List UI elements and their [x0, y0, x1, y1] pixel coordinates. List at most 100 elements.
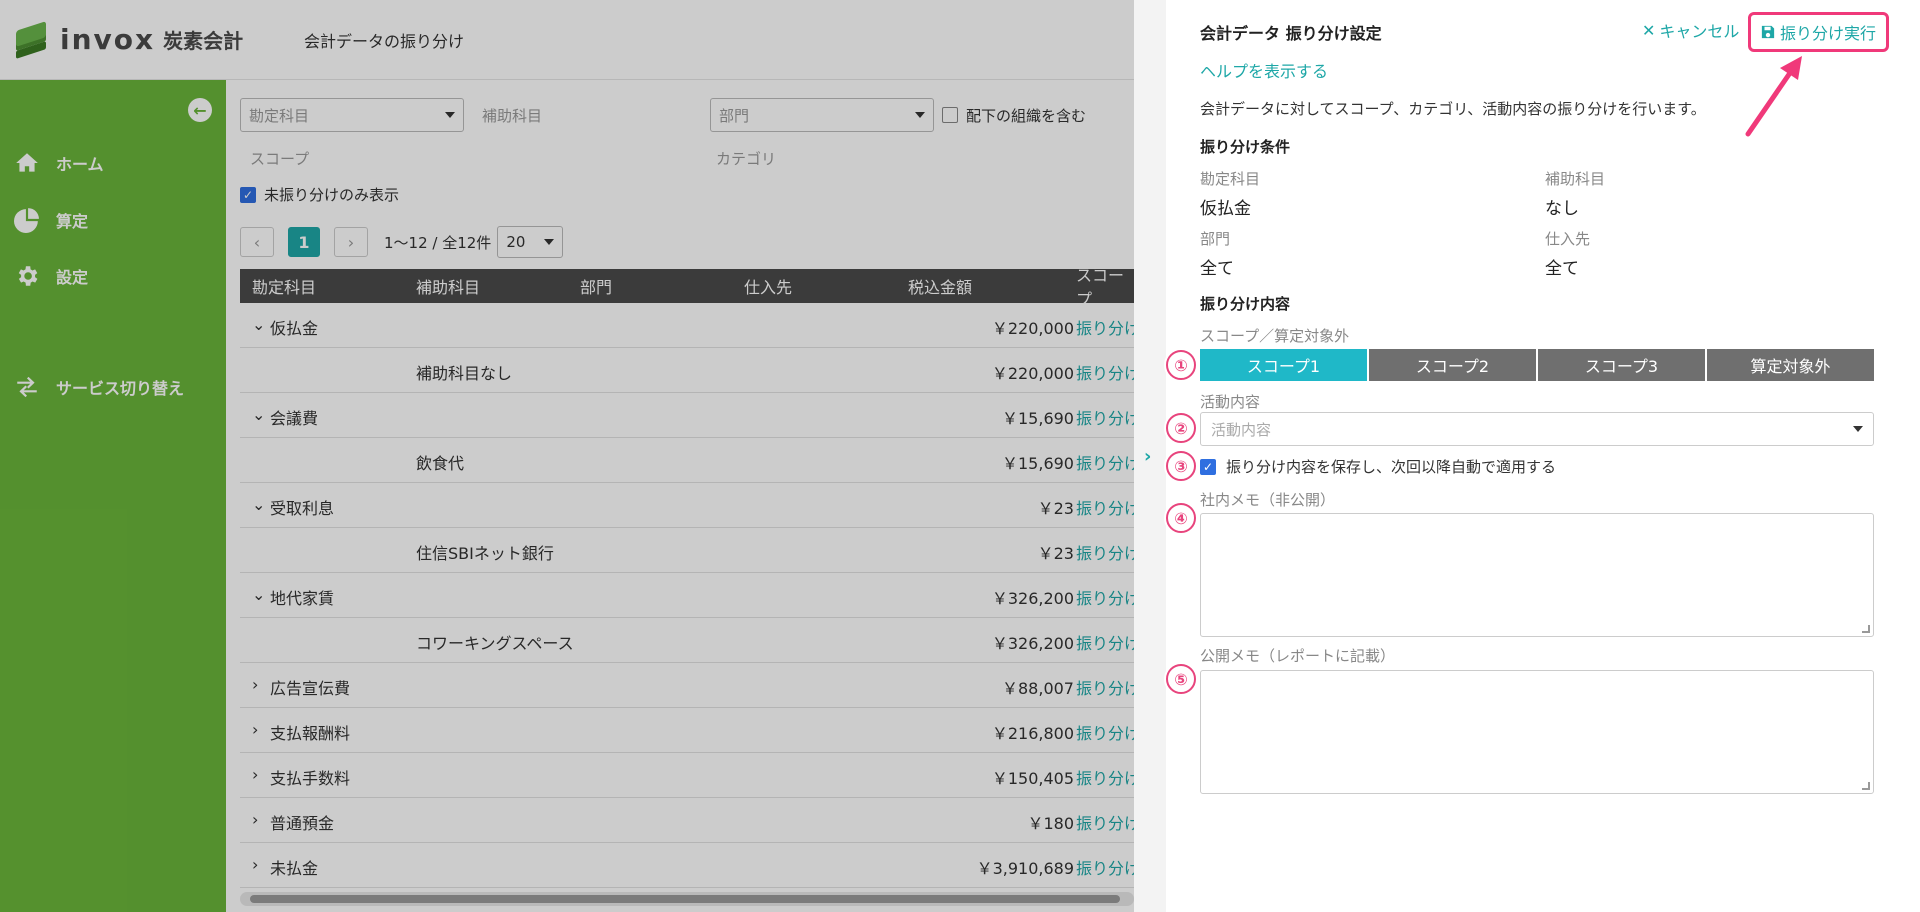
cell-amount: ￥220,000 [991, 364, 1074, 383]
assign-link[interactable]: 振り分け [1076, 585, 1140, 609]
cell-sub-account: 住信SBIネット銀行 [416, 544, 554, 563]
cell-amount: ￥15,690 [1002, 409, 1074, 428]
prev-page-button[interactable]: ‹ [240, 227, 274, 257]
assign-link[interactable]: 振り分け [1076, 315, 1140, 339]
table-row[interactable]: › 支払手数料 ￥150,405 振り分け [240, 753, 1140, 798]
column-header-sub-account[interactable]: 補助科目 [416, 274, 480, 298]
scope-3-button[interactable]: スコープ3 [1538, 349, 1705, 381]
public-memo-textarea[interactable] [1200, 670, 1874, 794]
include-sub-org-checkbox[interactable] [942, 107, 958, 123]
sidebar-item-settings[interactable]: 設定 [14, 263, 88, 289]
table-row[interactable]: › 普通預金 ￥180 振り分け [240, 798, 1140, 843]
assign-link[interactable]: 振り分け [1076, 405, 1140, 429]
cell-amount: ￥23 [1037, 499, 1074, 518]
drawer-handle[interactable]: › [1134, 0, 1166, 912]
logo-subtitle: 炭素会計 [163, 29, 244, 53]
expand-toggle-icon[interactable]: ⌄ [252, 585, 265, 604]
scope-filter[interactable]: スコープ [250, 148, 716, 169]
table-subrow[interactable]: 補助科目なし ￥220,000 振り分け [240, 348, 1140, 393]
scope-1-button[interactable]: スコープ1 [1200, 349, 1367, 381]
column-header-department[interactable]: 部門 [580, 274, 612, 298]
column-header-account[interactable]: 勘定科目 [252, 274, 316, 298]
page-1-button[interactable]: 1 [288, 227, 320, 257]
page-size-select[interactable]: 20 [497, 226, 564, 258]
page-title: 会計データの振り分け [304, 31, 465, 51]
table-subrow[interactable]: 飲食代 ￥15,690 振り分け [240, 438, 1140, 483]
collapse-sidebar-icon[interactable]: ← [188, 98, 212, 122]
cell-amount: ￥88,007 [1002, 679, 1074, 698]
table-row[interactable]: › 未払金 ￥3,910,689 振り分け [240, 843, 1140, 888]
table-body: ⌄ 仮払金 ￥220,000 振り分け 補助科目なし ￥220,000 振り分け ⌄ 会議費 ￥1… [240, 303, 1140, 888]
cell-amount: ￥180 [1027, 814, 1074, 833]
assign-link[interactable]: 振り分け [1076, 495, 1140, 519]
cell-amount: ￥3,910,689 [976, 859, 1074, 878]
expand-toggle-icon[interactable]: ⌄ [252, 405, 265, 424]
account-select[interactable]: 勘定科目 [240, 98, 464, 132]
chevron-down-icon [445, 112, 455, 118]
horizontal-scrollbar[interactable] [240, 892, 1134, 906]
help-link[interactable]: ヘルプを表示する [1200, 58, 1328, 82]
expand-toggle-icon[interactable]: › [252, 810, 258, 829]
sidebar-item-home[interactable]: ホーム [14, 150, 104, 176]
assign-link[interactable]: 振り分け [1076, 540, 1140, 564]
assign-link[interactable]: 振り分け [1076, 630, 1140, 654]
resize-handle-icon[interactable] [1862, 782, 1870, 790]
column-header-supplier[interactable]: 仕入先 [744, 274, 792, 298]
assign-link[interactable]: 振り分け [1076, 855, 1140, 879]
assign-link[interactable]: 振り分け [1076, 360, 1140, 384]
category-filter[interactable]: カテゴリ [716, 148, 776, 169]
chevron-down-icon [544, 239, 555, 245]
expand-toggle-icon[interactable]: ⌄ [252, 495, 265, 514]
next-page-button[interactable]: › [334, 227, 368, 257]
save-icon [1761, 25, 1775, 39]
out-of-scope-button[interactable]: 算定対象外 [1707, 349, 1874, 381]
condition-supplier-label: 仕入先 [1545, 230, 1591, 248]
cell-amount: ￥216,800 [991, 724, 1074, 743]
logo-mark-icon [14, 20, 50, 59]
resize-handle-icon[interactable] [1862, 625, 1870, 633]
department-select[interactable]: 部門 [710, 98, 934, 132]
assign-link[interactable]: 振り分け [1076, 450, 1140, 474]
sidebar-item-label: 算定 [56, 212, 89, 231]
step-badge-2: ② [1166, 413, 1196, 443]
table-row[interactable]: ⌄ 受取利息 ￥23 振り分け [240, 483, 1140, 528]
assign-link[interactable]: 振り分け [1076, 765, 1140, 789]
table-subrow[interactable]: コワーキングスペース ￥326,200 振り分け [240, 618, 1140, 663]
expand-toggle-icon[interactable]: ⌄ [252, 315, 265, 334]
table-subrow[interactable]: 住信SBIネット銀行 ￥23 振り分け [240, 528, 1140, 573]
table-row[interactable]: ⌄ 会議費 ￥15,690 振り分け [240, 393, 1140, 438]
condition-sub-account-value: なし [1545, 199, 1579, 219]
unassigned-only-checkbox[interactable]: ✓ [240, 186, 256, 203]
account-select-placeholder: 勘定科目 [249, 106, 310, 125]
cell-sub-account: コワーキングスペース [416, 634, 574, 653]
column-header-amount[interactable]: 税込金額 [908, 274, 972, 298]
assign-link[interactable]: 振り分け [1076, 675, 1140, 699]
expand-toggle-icon[interactable]: › [252, 675, 258, 694]
internal-memo-textarea[interactable] [1200, 513, 1874, 637]
expand-toggle-icon[interactable]: › [252, 720, 258, 739]
save-rule-checkbox[interactable]: ✓ [1200, 458, 1216, 475]
activity-select[interactable]: 活動内容 [1200, 412, 1874, 446]
chevron-down-icon [1853, 426, 1863, 432]
sidebar-item-service-switch[interactable]: サービス切り替え [14, 374, 184, 400]
sidebar-item-calculation[interactable]: 算定 [14, 207, 88, 233]
sidebar: ← ホーム 算定 設定 サービス切り替え [0, 80, 226, 912]
table-row[interactable]: ⌄ 地代家賃 ￥326,200 振り分け [240, 573, 1140, 618]
execute-assignment-button[interactable]: 振り分け実行 [1748, 12, 1890, 52]
table-row[interactable]: › 支払報酬料 ￥216,800 振り分け [240, 708, 1140, 753]
assign-link[interactable]: 振り分け [1076, 720, 1140, 744]
expand-toggle-icon[interactable]: › [252, 765, 258, 784]
condition-account-value: 仮払金 [1200, 199, 1251, 219]
app-logo[interactable]: invox 炭素会計 [14, 20, 284, 59]
scope-2-button[interactable]: スコープ2 [1369, 349, 1536, 381]
page-size-value: 20 [506, 233, 526, 251]
table-row[interactable]: › 広告宣伝費 ￥88,007 振り分け [240, 663, 1140, 708]
unassigned-only-label: 未振り分けのみ表示 [264, 186, 400, 204]
cell-account: 普通預金 [270, 814, 335, 833]
assign-link[interactable]: 振り分け [1076, 810, 1140, 834]
expand-toggle-icon[interactable]: › [252, 855, 258, 874]
cancel-button[interactable]: ✕ キャンセル [1642, 18, 1739, 42]
step-badge-4: ④ [1166, 503, 1196, 533]
cell-amount: ￥15,690 [1002, 454, 1074, 473]
table-row[interactable]: ⌄ 仮払金 ￥220,000 振り分け [240, 303, 1140, 348]
